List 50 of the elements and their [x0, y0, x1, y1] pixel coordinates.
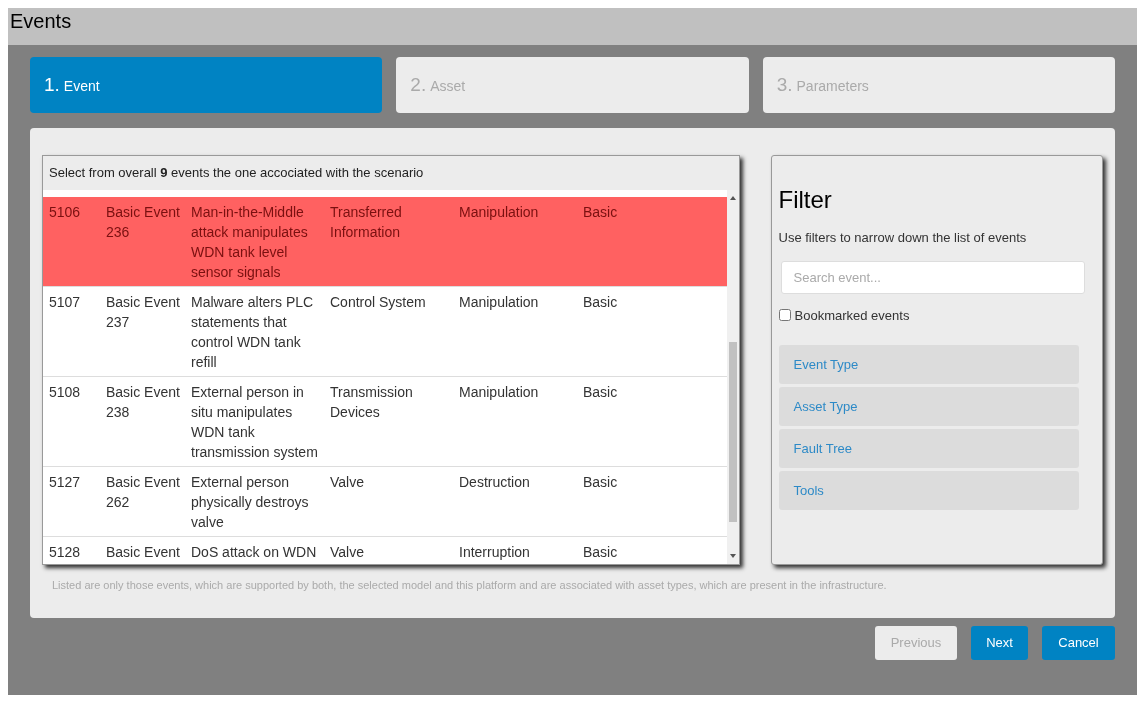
table-cell: Transmission Devices — [330, 384, 413, 420]
table-cell: 5108 — [49, 384, 81, 400]
table-cell: Man-in-the-Middle attack manipulates WDN tank level sensor signals — [191, 204, 308, 280]
table-cell: Basic — [583, 544, 618, 560]
filter-description: Use filters to narrow down the list of events — [778, 229, 1028, 247]
filter-section[interactable]: Event Type — [778, 345, 1079, 384]
table-cell: Basic — [583, 294, 618, 310]
window-title: Events — [10, 10, 72, 32]
table-cell: Basic — [583, 384, 618, 400]
table-cell: 5128 — [49, 544, 81, 560]
filter-title: Filter — [778, 185, 833, 215]
filter-section[interactable]: Asset Type — [778, 387, 1079, 426]
table-cell: Interruption — [459, 544, 530, 560]
event-row[interactable]: 5106 Basic Event 236 Man-in-the-Middle attack manipulates WDN tank level sensor signals Transferred Information Manipulation Basic — [43, 197, 727, 287]
table-cell: Manipulation — [459, 204, 539, 220]
step-tab[interactable]: 1. Event — [30, 57, 383, 113]
table-cell: External person physically destroys valve — [191, 474, 309, 530]
table-cell: Basic Event — [106, 544, 180, 560]
wizard-button[interactable]: Next — [971, 626, 1028, 660]
filter-section[interactable]: Fault Tree — [778, 429, 1079, 468]
table-cell: Valve — [330, 544, 364, 560]
scroll-up-icon[interactable] — [728, 194, 737, 202]
table-cell: 5107 — [49, 294, 81, 310]
table-cell: Transferred Information — [330, 204, 402, 240]
table-cell: Malware alters PLC statements that control WDN tank refill — [191, 294, 314, 370]
footnote: Listed are only those events, which are supported by both, the selected model and this platform and are associated with asset types, which are present in the infrastructure. — [51, 578, 888, 593]
table-cell: External person in situ manipulates WDN tank transmission system — [191, 384, 318, 460]
table-cell: Valve — [330, 474, 364, 490]
table-cell: Basic Event 238 — [106, 384, 180, 420]
table-cell: Basic Event 236 — [106, 204, 180, 240]
table-cell: Manipulation — [459, 384, 539, 400]
table-cell: 5106 — [49, 204, 81, 220]
table-cell: Destruction — [459, 474, 530, 490]
table-cell: DoS attack on WDN — [191, 544, 317, 560]
scroll-down-icon[interactable] — [728, 552, 737, 560]
step-tab[interactable]: 2. Asset — [396, 57, 749, 113]
search-field[interactable]: Search event... — [780, 260, 1085, 294]
bookmarked-checkbox[interactable] — [778, 309, 791, 322]
wizard-button[interactable]: Cancel — [1042, 626, 1115, 660]
filter-section[interactable]: Tools — [778, 471, 1079, 510]
step-tab[interactable]: 3. Parameters — [762, 57, 1115, 113]
table-caption: Select from overall 9 events the one accociated with the scenario — [49, 164, 424, 183]
table-cell: Basic — [583, 474, 618, 490]
checkbox-label: Bookmarked events — [794, 306, 910, 325]
table-cell: 5127 — [49, 474, 81, 490]
table-cell: Manipulation — [459, 294, 539, 310]
table-cell: Basic Event 262 — [106, 474, 180, 510]
table-cell: Basic — [583, 204, 618, 220]
table-cell: Basic Event 237 — [106, 294, 180, 330]
table-cell: Control System — [330, 294, 426, 310]
